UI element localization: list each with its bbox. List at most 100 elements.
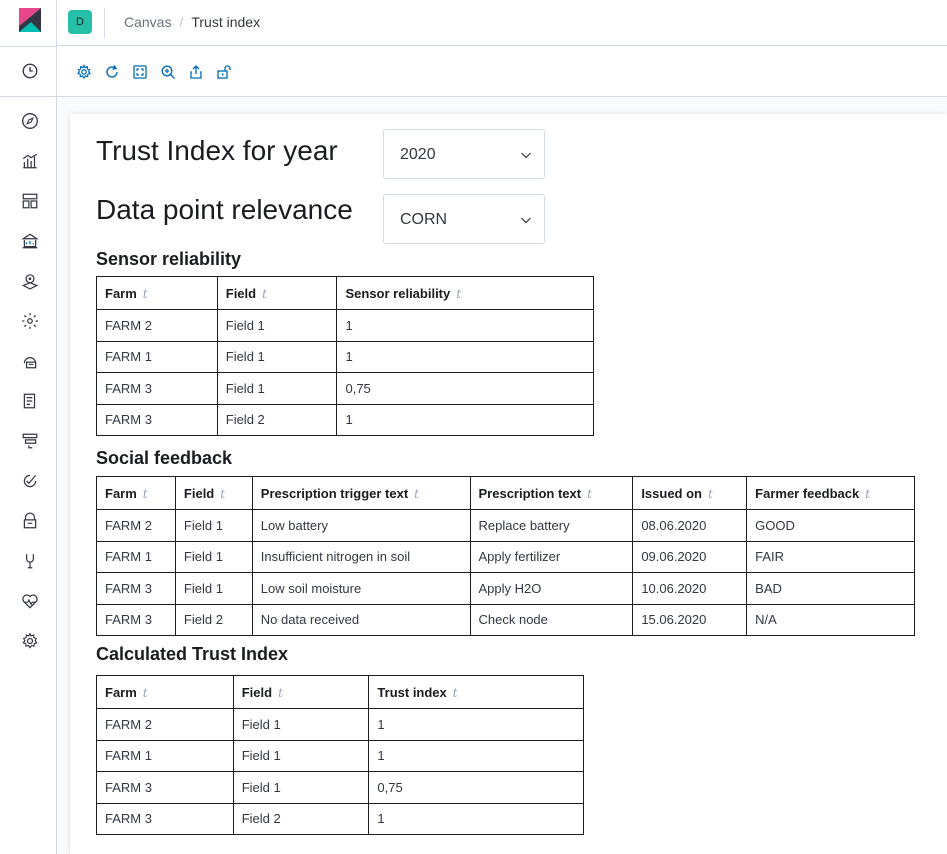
table-header-row: Farm t Field t Sensor reliability t — [96, 276, 594, 310]
sort-icon[interactable]: t — [414, 487, 419, 501]
sort-icon[interactable]: t — [865, 487, 870, 501]
table-cell: Replace battery — [469, 509, 634, 542]
table-row: FARM 2 Field 11 — [96, 708, 584, 741]
year-select[interactable]: 2020 — [383, 129, 545, 179]
column-header[interactable]: Farm t — [96, 276, 218, 310]
app-root: D Canvas / Trust index Trust Index for y… — [0, 0, 947, 854]
chevron-down-icon — [521, 152, 531, 159]
breadcrumb-separator: / — [179, 14, 184, 30]
space-avatar[interactable]: D — [68, 10, 92, 34]
fullscreen-icon[interactable] — [131, 63, 149, 81]
sort-icon[interactable]: t — [708, 487, 713, 501]
column-header[interactable]: Issued on t — [632, 476, 748, 510]
social-section-title: Social feedback — [96, 448, 233, 468]
column-header[interactable]: Prescription text t — [469, 476, 634, 510]
sort-icon[interactable]: t — [143, 487, 148, 501]
column-header[interactable]: Sensor reliability t — [336, 276, 594, 310]
column-header-label: Sensor reliability — [345, 285, 451, 301]
trust-index-table: Farm t Field t Trust index t FARM 2 Field 1 1 FA… — [96, 675, 584, 835]
lock-icon[interactable] — [215, 63, 233, 81]
ml-icon[interactable] — [20, 311, 40, 331]
table-cell: 1 — [368, 739, 584, 772]
column-header-label: Field — [225, 285, 257, 301]
table-cell: FARM 2 — [96, 309, 218, 342]
sort-icon[interactable]: t — [587, 487, 592, 501]
table-cell: FARM 3 — [96, 603, 176, 636]
table-cell: 0,75 — [368, 771, 584, 804]
column-header[interactable]: Farmer feedback t — [746, 476, 915, 510]
relevance-select[interactable]: CORN — [383, 194, 545, 244]
table-cell: Low battery — [251, 509, 471, 542]
dashboard-icon[interactable] — [20, 191, 40, 211]
management-icon[interactable] — [20, 631, 40, 651]
column-header[interactable]: Trust index t — [368, 675, 584, 709]
table-cell: FARM 3 — [96, 572, 176, 605]
table-cell: 1 — [336, 403, 594, 436]
table-cell: Insufficient nitrogen in soil — [251, 540, 471, 573]
zoom-icon[interactable] — [159, 63, 177, 81]
table-row: FARM 1 Field 11 — [96, 340, 594, 373]
sort-icon[interactable]: t — [262, 287, 267, 301]
column-header-label: Farmer feedback — [755, 485, 860, 501]
refresh-icon[interactable] — [103, 63, 121, 81]
table-cell: 08.06.2020 — [632, 509, 748, 542]
infrastructure-icon[interactable] — [20, 351, 40, 371]
column-header-label: Farm — [105, 485, 137, 501]
column-header[interactable]: Farm t — [96, 476, 176, 510]
dev-tools-icon[interactable] — [20, 551, 40, 571]
header-divider — [104, 8, 105, 38]
sort-icon[interactable]: t — [143, 686, 148, 700]
table-row: FARM 2 Field 1 Low battery Replace battery 0… — [96, 509, 915, 542]
table-cell: N/A — [746, 603, 915, 636]
siem-icon[interactable] — [20, 511, 40, 531]
column-header[interactable]: Prescription trigger text t — [251, 476, 471, 510]
sort-icon[interactable]: t — [453, 686, 458, 700]
canvas-icon[interactable] — [20, 231, 40, 251]
column-header-label: Field — [183, 485, 215, 501]
column-header[interactable]: Field t — [232, 675, 370, 709]
monitoring-icon[interactable] — [20, 591, 40, 611]
visualize-icon[interactable] — [20, 151, 40, 171]
settings-icon[interactable] — [75, 63, 93, 81]
column-header[interactable]: Field t — [216, 276, 338, 310]
table-cell: Field 1 — [232, 708, 370, 741]
trust-section-title: Calculated Trust Index — [96, 644, 289, 664]
table-row: FARM 3 Field 21 — [96, 403, 594, 436]
share-icon[interactable] — [187, 63, 205, 81]
sort-icon[interactable]: t — [220, 487, 225, 501]
table-cell: FARM 1 — [96, 340, 218, 373]
sort-icon[interactable]: t — [278, 686, 283, 700]
compass-icon[interactable] — [20, 111, 40, 131]
table-cell: Field 2 — [216, 403, 338, 436]
workpad-page: Trust Index for year 2020 Data point rel… — [70, 114, 947, 854]
relevance-select-value: CORN — [400, 211, 448, 228]
breadcrumb-current: Trust index — [191, 14, 261, 30]
uptime-icon[interactable] — [20, 471, 40, 491]
sort-icon[interactable]: t — [456, 287, 461, 301]
nav-divider — [0, 96, 57, 97]
breadcrumb-canvas[interactable]: Canvas — [124, 14, 171, 30]
table-row: FARM 3 Field 1 0,75 — [96, 771, 584, 804]
column-header[interactable]: Field t — [174, 476, 253, 510]
table-cell: Field 1 — [216, 372, 338, 405]
column-header-label: Farm — [105, 285, 137, 301]
sort-icon[interactable]: t — [143, 287, 148, 301]
table-cell: 10.06.2020 — [632, 572, 748, 605]
chevron-down-icon — [521, 217, 531, 224]
social-feedback-table: Farm t Field t Prescription trigger text t Pre… — [96, 476, 915, 636]
column-header-label: Field — [241, 684, 273, 700]
table-cell: Field 2 — [174, 603, 253, 636]
maps-icon[interactable] — [20, 271, 40, 291]
column-header-label: Issued on — [641, 485, 702, 501]
clock-icon[interactable] — [20, 61, 40, 81]
table-cell: Field 1 — [216, 340, 338, 373]
table-row: FARM 2 Field 11 — [96, 309, 594, 342]
column-header[interactable]: Farm t — [96, 675, 234, 709]
table-cell: FARM 3 — [96, 372, 218, 405]
kibana-logo-icon[interactable] — [19, 8, 41, 32]
apm-icon[interactable] — [20, 431, 40, 451]
table-cell: Field 1 — [232, 739, 370, 772]
relevance-label: Data point relevance — [96, 194, 353, 225]
logs-icon[interactable] — [20, 391, 40, 411]
sensor-reliability-table: Farm t Field t Sensor reliability t FARM 2 Fie… — [96, 276, 594, 436]
